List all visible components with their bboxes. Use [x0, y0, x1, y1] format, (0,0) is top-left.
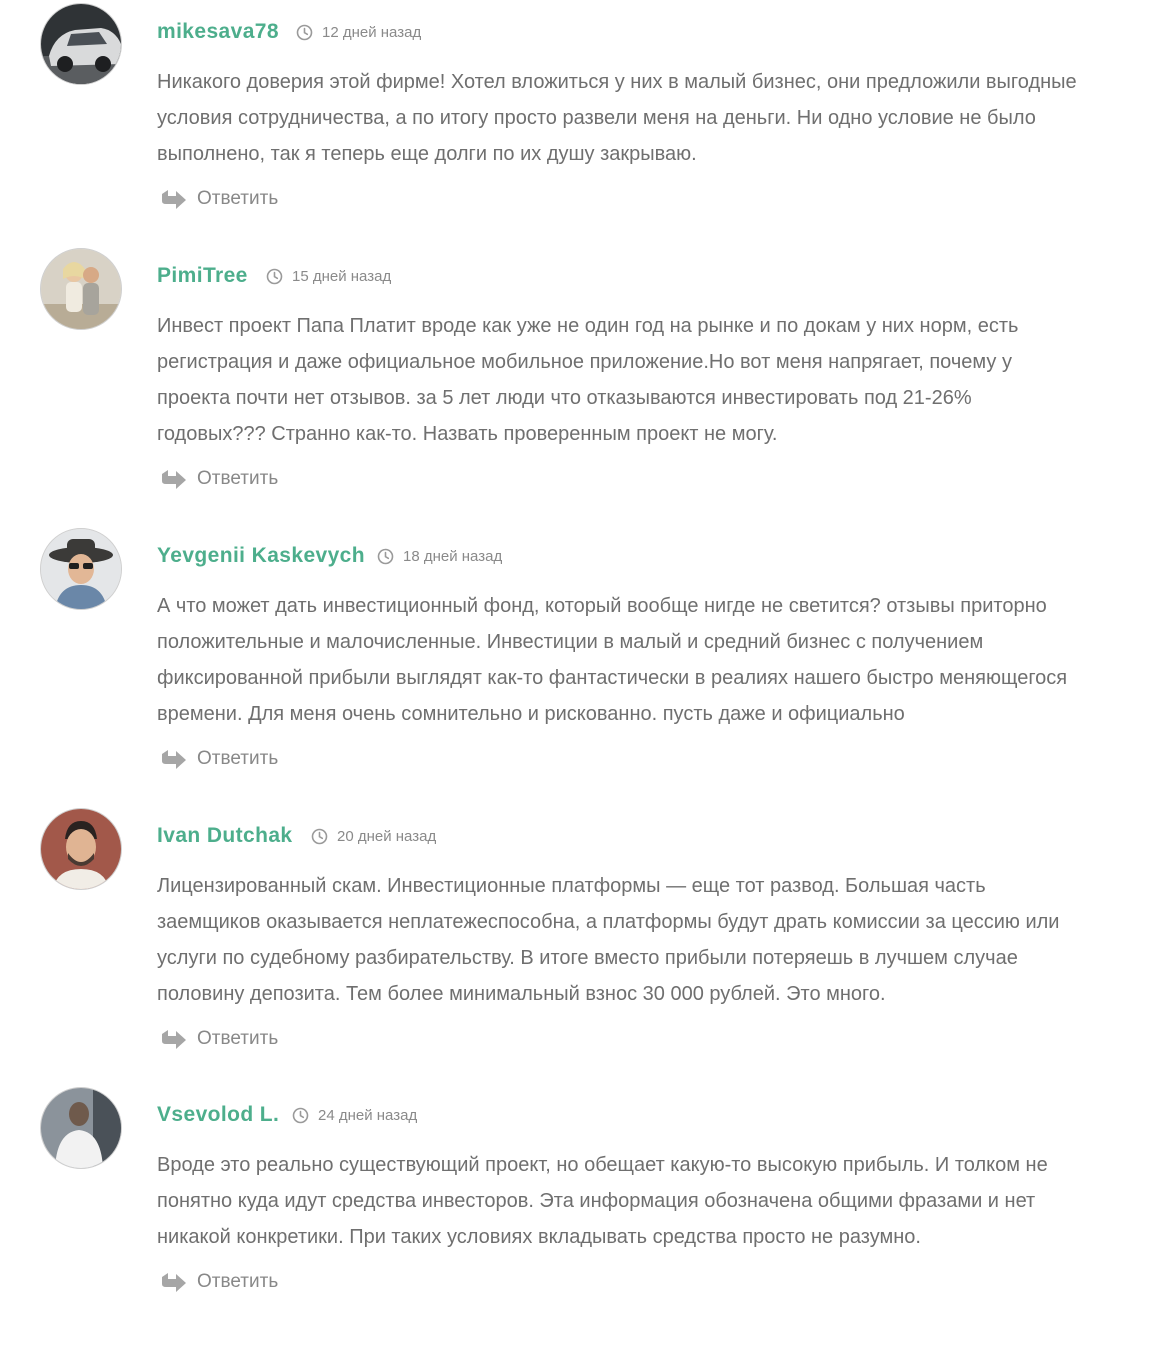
comment-author[interactable]: Vsevolod L. — [157, 1103, 279, 1127]
comment-author[interactable]: PimiTree — [157, 264, 248, 288]
avatar[interactable] — [40, 528, 122, 610]
comment-timestamp: 18 дней назад — [377, 548, 502, 565]
man-photo-icon — [41, 1088, 121, 1168]
reply-label: Ответить — [197, 1271, 279, 1292]
comment-text: Вроде это реально существующий проект, н… — [157, 1154, 1048, 1248]
avatar[interactable] — [40, 1087, 122, 1169]
comment-author[interactable]: mikesava78 — [157, 20, 279, 44]
clock-icon — [292, 1107, 309, 1124]
comment-text: Инвест проект Папа Платит вроде как уже … — [157, 315, 1019, 445]
reply-label: Ответить — [197, 468, 279, 489]
timestamp-text: 18 дней назад — [403, 548, 503, 565]
reply-arrow-icon — [162, 1030, 186, 1049]
clock-icon — [377, 548, 394, 565]
reply-arrow-icon — [162, 750, 186, 769]
reply-label: Ответить — [197, 748, 279, 769]
timestamp-text: 12 дней назад — [322, 24, 422, 41]
clock-icon — [296, 24, 313, 41]
man-portrait-photo-icon — [41, 809, 121, 889]
comment-timestamp: 20 дней назад — [311, 828, 436, 845]
reply-label: Ответить — [197, 188, 279, 209]
comment-timestamp: 24 дней назад — [292, 1107, 417, 1124]
person-hat-photo-icon — [41, 529, 121, 609]
avatar[interactable] — [40, 248, 122, 330]
reply-button[interactable]: Ответить — [160, 1026, 278, 1052]
timestamp-text: 24 дней назад — [318, 1107, 418, 1124]
couple-photo-icon — [41, 249, 121, 329]
reply-label: Ответить — [197, 1028, 279, 1049]
reply-button[interactable]: Ответить — [160, 466, 278, 492]
comment-text: А что может дать инвестиционный фонд, ко… — [157, 595, 1068, 725]
avatar[interactable] — [40, 808, 122, 890]
reply-arrow-icon — [162, 190, 186, 209]
comment-timestamp: 12 дней назад — [296, 24, 421, 41]
reply-button[interactable]: Ответить — [160, 186, 278, 212]
comment-author[interactable]: Ivan Dutchak — [157, 824, 293, 848]
comment-author[interactable]: Yevgenii Kaskevych — [157, 544, 365, 568]
clock-icon — [266, 268, 283, 285]
timestamp-text: 15 дней назад — [292, 268, 392, 285]
car-photo-icon — [41, 4, 121, 84]
clock-icon — [311, 828, 328, 845]
comment-timestamp: 15 дней назад — [266, 268, 391, 285]
reply-button[interactable]: Ответить — [160, 1269, 278, 1295]
comment-text: Никакого доверия этой фирме! Хотел вложи… — [157, 71, 1077, 165]
reply-arrow-icon — [162, 1273, 186, 1292]
reply-arrow-icon — [162, 470, 186, 489]
timestamp-text: 20 дней назад — [337, 828, 437, 845]
avatar[interactable] — [40, 3, 122, 85]
reply-button[interactable]: Ответить — [160, 746, 278, 772]
comment-text: Лицензированный скам. Инвестиционные пла… — [157, 875, 1060, 1005]
